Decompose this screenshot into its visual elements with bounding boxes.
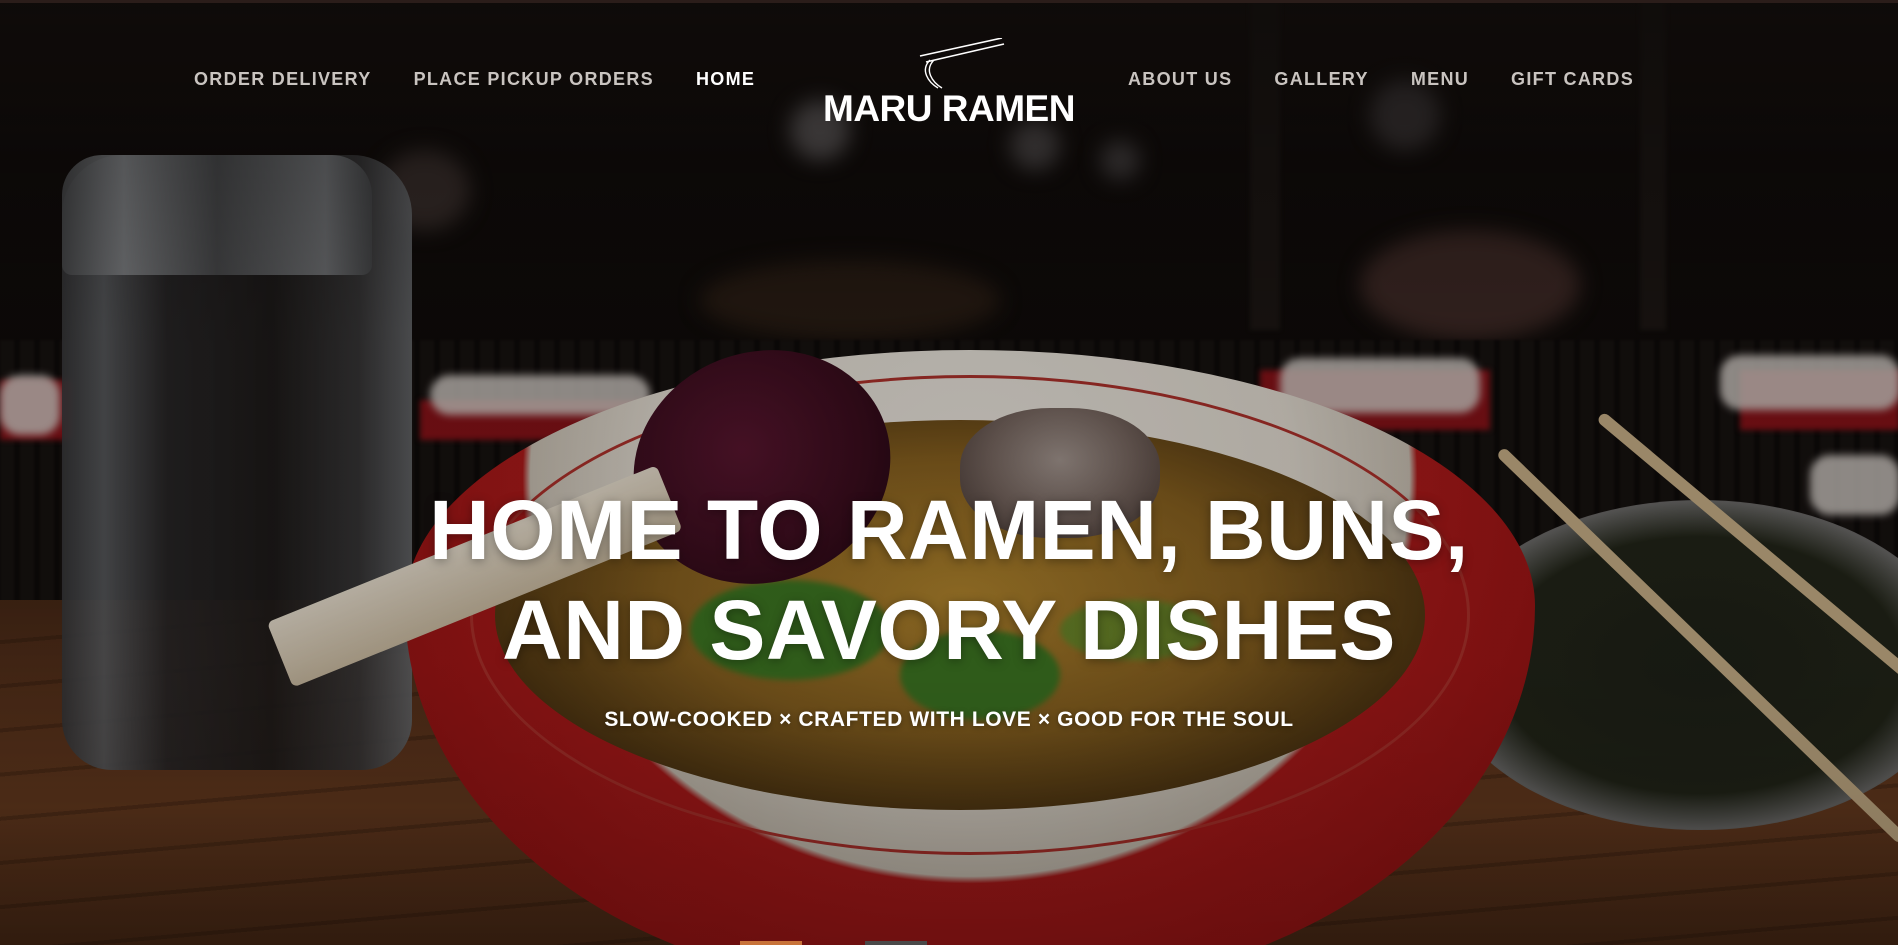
slide-indicator-2[interactable]: [865, 941, 927, 945]
slider-indicators: [0, 941, 1898, 945]
logo-text: MARU RAMEN: [823, 88, 1075, 129]
hero-title-line: HOME TO RAMEN, BUNS,: [429, 483, 1469, 577]
main-nav-right: ABOUT US GALLERY MENU GIFT CARDS: [1128, 68, 1634, 90]
hero-page: ORDER DELIVERY PLACE PICKUP ORDERS HOME …: [0, 0, 1898, 945]
hero-background-image: [0, 0, 1898, 945]
main-nav-left: ORDER DELIVERY PLACE PICKUP ORDERS HOME: [194, 68, 755, 90]
nav-place-pickup-orders[interactable]: PLACE PICKUP ORDERS: [414, 69, 654, 90]
hero-title: HOME TO RAMEN, BUNS, AND SAVORY DISHES: [0, 480, 1898, 680]
hero-title-line: AND SAVORY DISHES: [502, 583, 1396, 677]
site-logo[interactable]: MARU RAMEN: [820, 38, 1080, 129]
nav-menu[interactable]: MENU: [1411, 69, 1469, 90]
dark-overlay: [0, 0, 1898, 945]
nav-home[interactable]: HOME: [696, 69, 755, 90]
hero-subtitle: SLOW-COOKED × CRAFTED WITH LOVE × GOOD F…: [604, 708, 1294, 731]
nav-about-us[interactable]: ABOUT US: [1128, 69, 1232, 90]
nav-gallery[interactable]: GALLERY: [1274, 69, 1368, 90]
nav-order-delivery[interactable]: ORDER DELIVERY: [194, 69, 372, 90]
slide-indicator-1[interactable]: [740, 941, 802, 945]
nav-gift-cards[interactable]: GIFT CARDS: [1511, 69, 1634, 90]
top-edge: [0, 0, 1898, 3]
